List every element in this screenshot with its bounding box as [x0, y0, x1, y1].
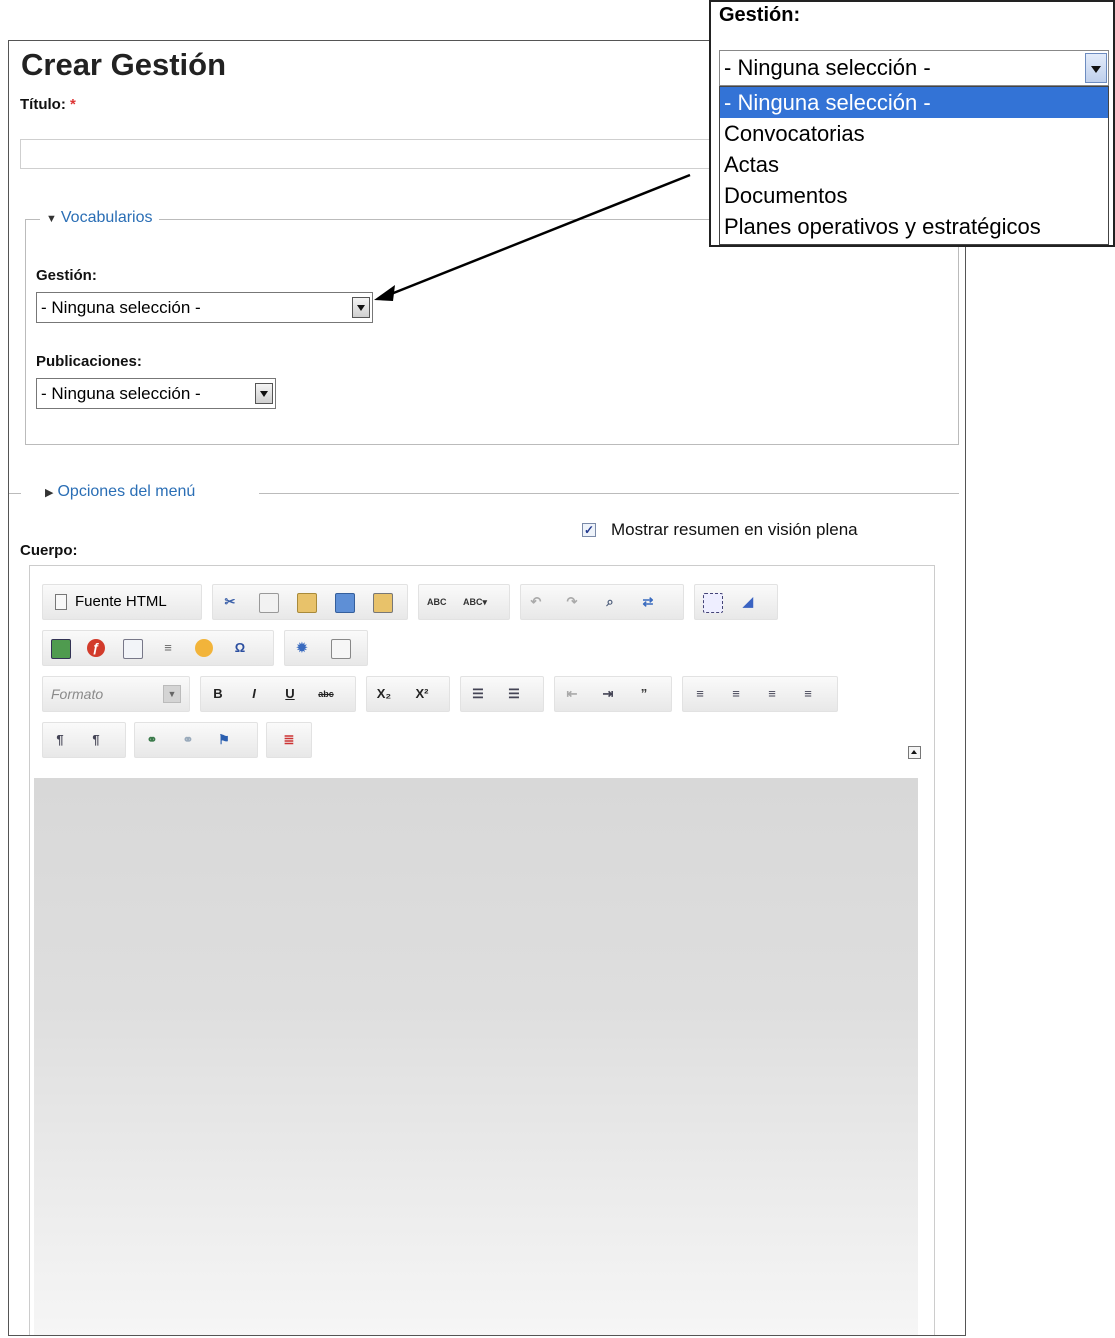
gestion-dropdown-popup: Gestión: - Ninguna selección - - Ninguna… [709, 0, 1115, 247]
popup-select-value: - Ninguna selección - [724, 55, 931, 80]
popup-select[interactable]: - Ninguna selección - [719, 50, 1109, 86]
arrow-line [385, 173, 691, 298]
option-documentos[interactable]: Documentos [720, 180, 1108, 211]
option-convocatorias[interactable]: Convocatorias [720, 118, 1108, 149]
option-none[interactable]: - Ninguna selección - [720, 87, 1108, 118]
popup-label: Gestión: [719, 4, 801, 26]
popup-options-list: - Ninguna selección - Convocatorias Acta… [719, 86, 1109, 245]
option-actas[interactable]: Actas [720, 149, 1108, 180]
chevron-down-icon[interactable] [1085, 53, 1107, 83]
option-planes[interactable]: Planes operativos y estratégicos [720, 211, 1108, 242]
arrowhead-icon [374, 285, 395, 301]
